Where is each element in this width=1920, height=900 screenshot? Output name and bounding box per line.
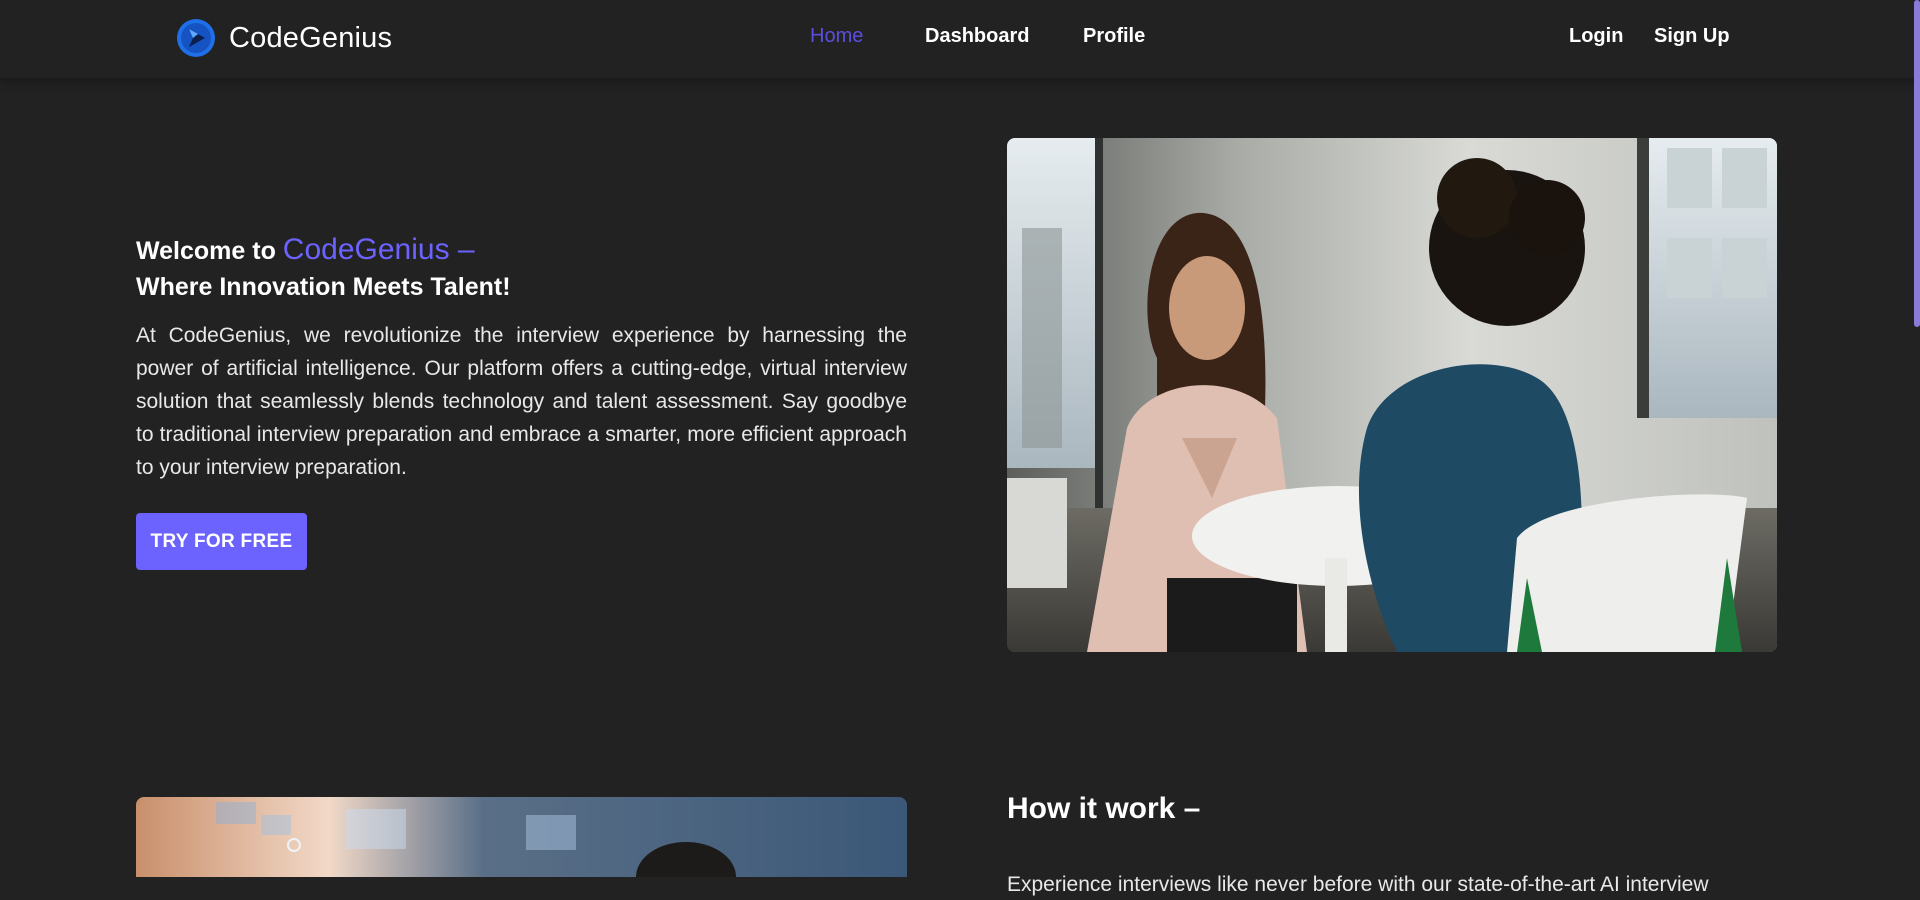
how-it-works-description: Experience interviews like never before … (1007, 873, 1709, 896)
hero-text: Welcome to CodeGenius – Where Innovation… (136, 232, 907, 505)
login-link[interactable]: Login (1569, 25, 1623, 48)
nav-links: Home Dashboard Profile Login Sign Up (0, 25, 1920, 53)
interview-photo (1007, 138, 1777, 652)
try-for-free-button[interactable]: TRY FOR FREE (136, 513, 307, 570)
nav-profile-link[interactable]: Profile (1083, 25, 1145, 48)
hero-title-accent: CodeGenius – (282, 233, 475, 266)
scrollbar-thumb[interactable] (1914, 0, 1920, 327)
signup-link[interactable]: Sign Up (1654, 25, 1730, 48)
hero-subtitle: Where Innovation Meets Talent! (136, 273, 511, 301)
ai-interview-photo (136, 797, 907, 877)
hero-description: At CodeGenius, we revolutionize the inte… (136, 324, 907, 479)
hero-title: Welcome to CodeGenius – (136, 232, 907, 269)
nav-dashboard-link[interactable]: Dashboard (925, 25, 1029, 48)
navbar: CodeGenius Home Dashboard Profile Login … (0, 0, 1920, 78)
hero-title-prefix: Welcome to (136, 237, 283, 265)
nav-home-link[interactable]: Home (810, 25, 863, 48)
how-it-works-title: How it work – (1007, 792, 1201, 825)
